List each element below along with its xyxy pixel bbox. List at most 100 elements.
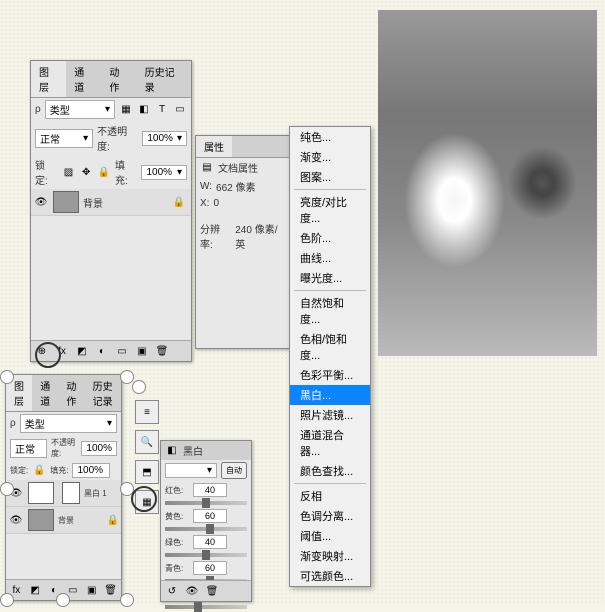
folder-icon[interactable]: ▭ — [115, 344, 129, 358]
menu-threshold[interactable]: 阈值... — [290, 526, 370, 546]
fill-value-2[interactable]: 100% — [72, 463, 110, 478]
res-value: 240 像素/英 — [235, 221, 285, 251]
trash-icon-2[interactable]: 🗑 — [104, 583, 117, 597]
highlight-circle-2 — [131, 486, 157, 512]
menu-color-balance[interactable]: 色彩平衡... — [290, 365, 370, 385]
menu-channel-mixer[interactable]: 通道混合器... — [290, 425, 370, 461]
bw-icon: ◧ — [165, 444, 179, 458]
lock-icon-2[interactable]: 🔒 — [32, 464, 46, 478]
menu-curves[interactable]: 曲线... — [290, 248, 370, 268]
menu-vibrance[interactable]: 自然饱和度... — [290, 293, 370, 329]
slider-row: 红色: 40 — [161, 481, 251, 499]
slider-track[interactable] — [165, 553, 247, 557]
bw-preset-dropdown[interactable]: ▾ — [165, 463, 217, 478]
slider-value[interactable]: 60 — [193, 509, 227, 523]
doc-icon: ▤ — [200, 161, 214, 175]
adjustment-icon[interactable]: ◐ — [95, 344, 109, 358]
blend-mode-dropdown[interactable]: 正常▾ — [35, 129, 93, 148]
opacity-value-2[interactable]: 100% — [81, 441, 117, 456]
slider-value[interactable]: 40 — [193, 535, 227, 549]
lock-icon: 🔒 — [173, 197, 185, 208]
handle-ml[interactable] — [0, 482, 14, 496]
tab-history-2[interactable]: 历史记录 — [85, 375, 121, 411]
trash-icon[interactable]: 🗑 — [155, 344, 169, 358]
tab-channels-2[interactable]: 通道 — [32, 375, 58, 411]
tool-crop-icon[interactable]: ⬒ — [135, 460, 159, 484]
tool-text-icon[interactable]: ≡ — [135, 400, 159, 424]
mask-icon[interactable]: ◩ — [75, 344, 89, 358]
layer-name-bg-2: 背景 — [58, 515, 74, 526]
layer-item-bg[interactable]: 👁 背景 🔒 — [31, 189, 191, 216]
handle-tl[interactable] — [0, 370, 14, 384]
filter-icon-3[interactable]: T — [155, 103, 169, 117]
tab-row-2: 图层 通道 动作 历史记录 — [6, 375, 121, 412]
eye-icon-3[interactable]: 👁 — [8, 512, 24, 528]
tool-zoom-icon[interactable]: 🔍 — [135, 430, 159, 454]
slider-track[interactable] — [165, 501, 247, 505]
menu-exposure[interactable]: 曝光度... — [290, 268, 370, 288]
menu-brightness[interactable]: 亮度/对比度... — [290, 192, 370, 228]
slider-value[interactable]: 40 — [193, 483, 227, 497]
layer-kind-dropdown-2[interactable]: 类型▾ — [20, 414, 117, 433]
slider-label: 黄色: — [165, 511, 189, 522]
auto-button[interactable]: 自动 — [221, 462, 247, 479]
menu-color-lookup[interactable]: 颜色查找... — [290, 461, 370, 481]
slider-value[interactable]: 60 — [193, 561, 227, 575]
bw-properties-panel: ◧黑白 ▾自动 红色:40黄色:60绿色:40青色:60蓝色:20 ↺ 👁 🗑 — [160, 440, 252, 602]
menu-gradient[interactable]: 渐变... — [290, 147, 370, 167]
tab-actions[interactable]: 动作 — [101, 61, 136, 97]
filter-icon[interactable]: ▦ — [119, 103, 133, 117]
layer-kind-dropdown[interactable]: 类型▾ — [45, 100, 115, 119]
layer-thumb — [53, 191, 79, 213]
menu-hue-sat[interactable]: 色相/饱和度... — [290, 329, 370, 365]
layer-name-bw: 黑白 1 — [84, 488, 107, 499]
layer-thumb-2 — [28, 509, 54, 531]
delete-icon[interactable]: 🗑 — [205, 584, 219, 598]
bw-title: 黑白 — [183, 443, 203, 458]
menu-solid-color[interactable]: 纯色... — [290, 127, 370, 147]
layer-item-bg-2[interactable]: 👁 背景 🔒 — [6, 507, 121, 534]
menu-selective-color[interactable]: 可选颜色... — [290, 566, 370, 586]
lock-label: 锁定: — [35, 157, 58, 187]
highlight-circle-1 — [35, 342, 61, 368]
menu-pattern[interactable]: 图案... — [290, 167, 370, 187]
eye-icon[interactable]: 👁 — [33, 194, 49, 210]
slider-label: 红色: — [165, 485, 189, 496]
menu-black-white[interactable]: 黑白... — [290, 385, 370, 405]
new-icon-2[interactable]: ▣ — [85, 583, 98, 597]
blend-mode-dropdown-2[interactable]: 正常 — [10, 439, 47, 458]
mask-icon-2[interactable]: ◩ — [29, 583, 42, 597]
tab-row: 图层 通道 动作 历史记录 — [31, 61, 191, 98]
adjustment-menu: 纯色... 渐变... 图案... 亮度/对比度... 色阶... 曲线... … — [289, 126, 371, 587]
tab-layers[interactable]: 图层 — [31, 61, 66, 97]
slider-track[interactable] — [165, 527, 247, 531]
tab-actions-2[interactable]: 动作 — [58, 375, 84, 411]
menu-invert[interactable]: 反相 — [290, 486, 370, 506]
layer-item-bw[interactable]: 👁 黑白 1 — [6, 480, 121, 507]
x-value: 0 — [213, 198, 219, 209]
new-layer-icon[interactable]: ▣ — [135, 344, 149, 358]
handle-extra[interactable] — [132, 380, 146, 394]
slider-track[interactable] — [165, 605, 247, 609]
menu-levels[interactable]: 色阶... — [290, 228, 370, 248]
opacity-value[interactable]: 100%▾ — [142, 131, 187, 146]
filter-icon-4[interactable]: ▭ — [173, 103, 187, 117]
tab-channels[interactable]: 通道 — [66, 61, 101, 97]
tab-history[interactable]: 历史记录 — [137, 61, 191, 97]
fill-value[interactable]: 100%▾ — [141, 165, 187, 180]
reset-icon[interactable]: ↺ — [165, 584, 179, 598]
menu-posterize[interactable]: 色调分离... — [290, 506, 370, 526]
layer-name: 背景 — [83, 195, 103, 210]
filter-icon-2[interactable]: ◧ — [137, 103, 151, 117]
tab-properties[interactable]: 属性 — [196, 136, 232, 157]
eye-toggle-icon[interactable]: 👁 — [185, 584, 199, 598]
handle-tr[interactable] — [120, 370, 134, 384]
lock-pos-icon[interactable]: ✥ — [79, 165, 93, 179]
lock-pixels-icon[interactable]: ▨ — [62, 165, 76, 179]
slider-label: 绿色: — [165, 537, 189, 548]
slider-row: 黄色: 60 — [161, 507, 251, 525]
lock-all-icon[interactable]: 🔒 — [97, 165, 111, 179]
menu-photo-filter[interactable]: 照片滤镜... — [290, 405, 370, 425]
menu-gradient-map[interactable]: 渐变映射... — [290, 546, 370, 566]
width-value: 662 像素 — [216, 179, 255, 194]
